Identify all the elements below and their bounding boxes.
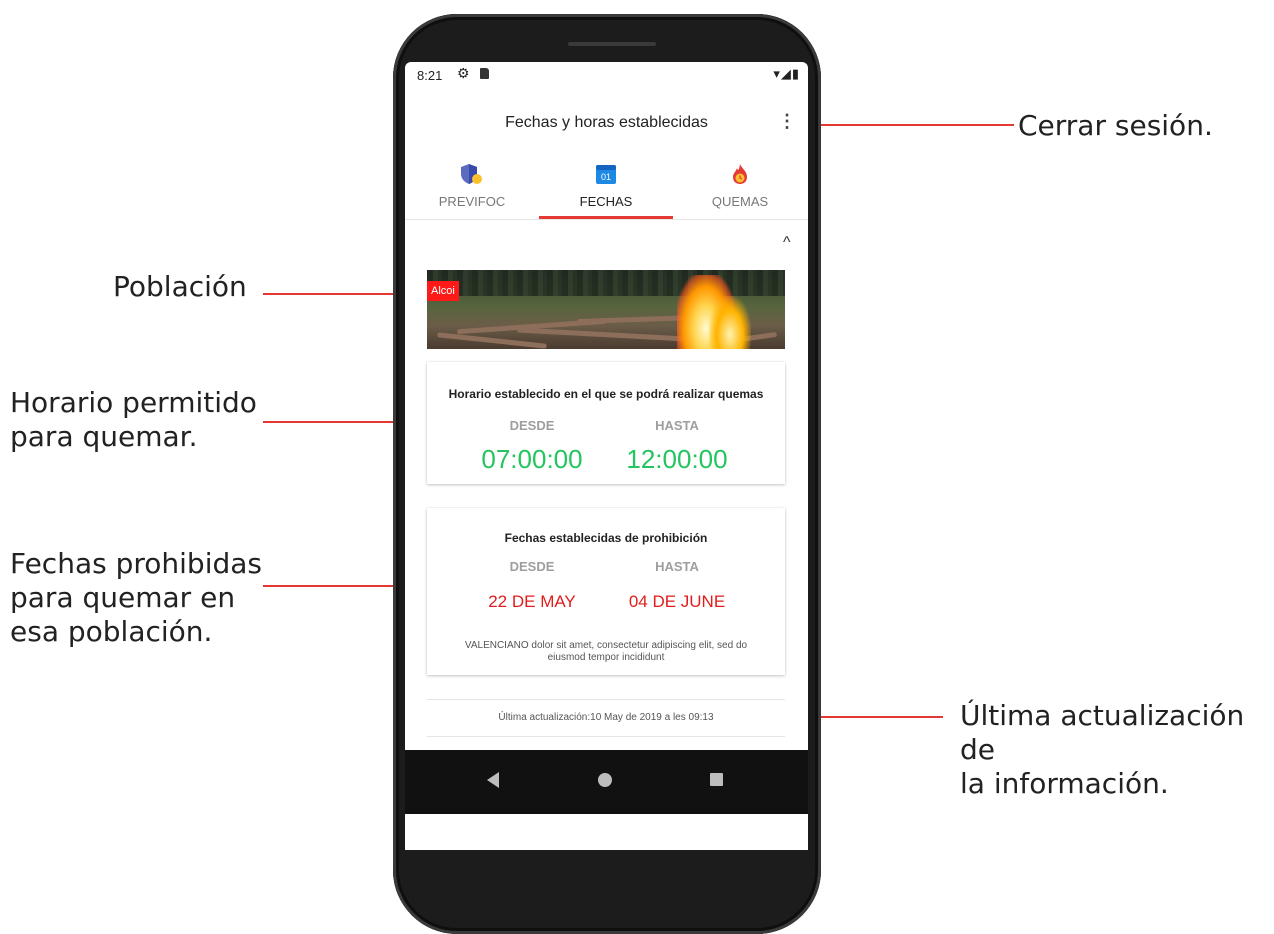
- prohibition-card-title: Fechas establecidas de prohibición: [504, 531, 708, 545]
- calendar-icon: 01: [596, 165, 616, 184]
- callout-town: Población: [113, 270, 247, 303]
- nav-recents-icon[interactable]: [710, 773, 723, 786]
- schedule-card-title: Horario establecido en el que se podrá r…: [448, 387, 764, 401]
- nav-back-icon[interactable]: [487, 772, 499, 788]
- calendar-icon-text: 01: [601, 172, 611, 182]
- tab-fechas[interactable]: 01 FECHAS: [539, 157, 673, 219]
- prohibition-from-date: 22 DE MAY: [488, 592, 576, 611]
- callout-update-line2: la información.: [960, 767, 1169, 800]
- sd-card-icon: [480, 68, 489, 79]
- tab-previfoc[interactable]: PREVIFOC: [405, 157, 539, 219]
- settings-gear-icon: ⚙: [457, 65, 470, 81]
- schedule-from-label: DESDE: [509, 418, 555, 433]
- banner-fire: [709, 296, 751, 349]
- schedule-card: Horario establecido en el que se podrá r…: [427, 362, 785, 484]
- tab-quemas-label: QUEMAS: [711, 194, 769, 209]
- town-badge: Alcoi: [427, 281, 459, 301]
- callout-last-update: Última actualización de la información.: [960, 699, 1274, 801]
- callout-prohibited-dates: Fechas prohibidas para quemar en esa pob…: [10, 547, 262, 649]
- banner-log: [437, 332, 547, 349]
- schedule-to-time: 12:00:00: [626, 444, 728, 474]
- signal-battery-icon: ▾◢▮: [773, 66, 800, 81]
- prohibition-from-label: DESDE: [509, 559, 555, 574]
- schedule-from-time: 07:00:00: [481, 444, 583, 474]
- callout-line-logout: [797, 124, 1014, 126]
- last-update-text: Última actualización:10 May de 2019 a le…: [427, 699, 785, 737]
- prohibition-description: VALENCIANO dolor sit amet, consectetur a…: [464, 640, 748, 663]
- shield-icon: [461, 164, 482, 184]
- android-nav-bar: [405, 750, 808, 814]
- tab-previfoc-label: PREVIFOC: [438, 194, 506, 209]
- prohibition-to-date: 04 DE JUNE: [628, 592, 726, 611]
- active-tab-indicator: [539, 216, 673, 219]
- chevron-up-icon[interactable]: ^: [783, 234, 791, 252]
- fire-icon: [733, 164, 747, 184]
- tab-quemas[interactable]: QUEMAS: [673, 157, 807, 219]
- callout-dates-line1: Fechas prohibidas: [10, 547, 262, 580]
- banner-log: [516, 327, 688, 342]
- callout-schedule-line2: para quemar.: [10, 420, 198, 453]
- phone-speaker: [568, 42, 656, 46]
- callout-logout: Cerrar sesión.: [1018, 109, 1213, 142]
- overflow-menu-icon[interactable]: ⋮: [778, 110, 796, 132]
- schedule-to-label: HASTA: [655, 418, 699, 433]
- page-title: Fechas y horas establecidas: [505, 114, 708, 131]
- tab-bar: PREVIFOC 01 FECHAS QUEMAS: [405, 157, 808, 220]
- nav-home-icon[interactable]: [598, 773, 612, 787]
- callout-update-line1: Última actualización de: [960, 699, 1245, 766]
- app-screen: 8:21 ⚙ ▾◢▮ Fechas y horas establecidas ⋮…: [405, 62, 808, 850]
- callout-dates-line3: esa población.: [10, 615, 213, 648]
- status-time: 8:21: [417, 68, 443, 83]
- status-bar: 8:21 ⚙ ▾◢▮: [405, 62, 808, 88]
- prohibition-card: Fechas establecidas de prohibición DESDE…: [427, 508, 785, 675]
- town-banner-image: Alcoi: [427, 270, 785, 349]
- tab-fechas-label: FECHAS: [579, 194, 633, 209]
- prohibition-to-label: HASTA: [655, 559, 699, 574]
- callout-schedule-line1: Horario permitido: [10, 386, 257, 419]
- callout-dates-line2: para quemar en: [10, 581, 236, 614]
- callout-schedule: Horario permitido para quemar.: [10, 386, 257, 454]
